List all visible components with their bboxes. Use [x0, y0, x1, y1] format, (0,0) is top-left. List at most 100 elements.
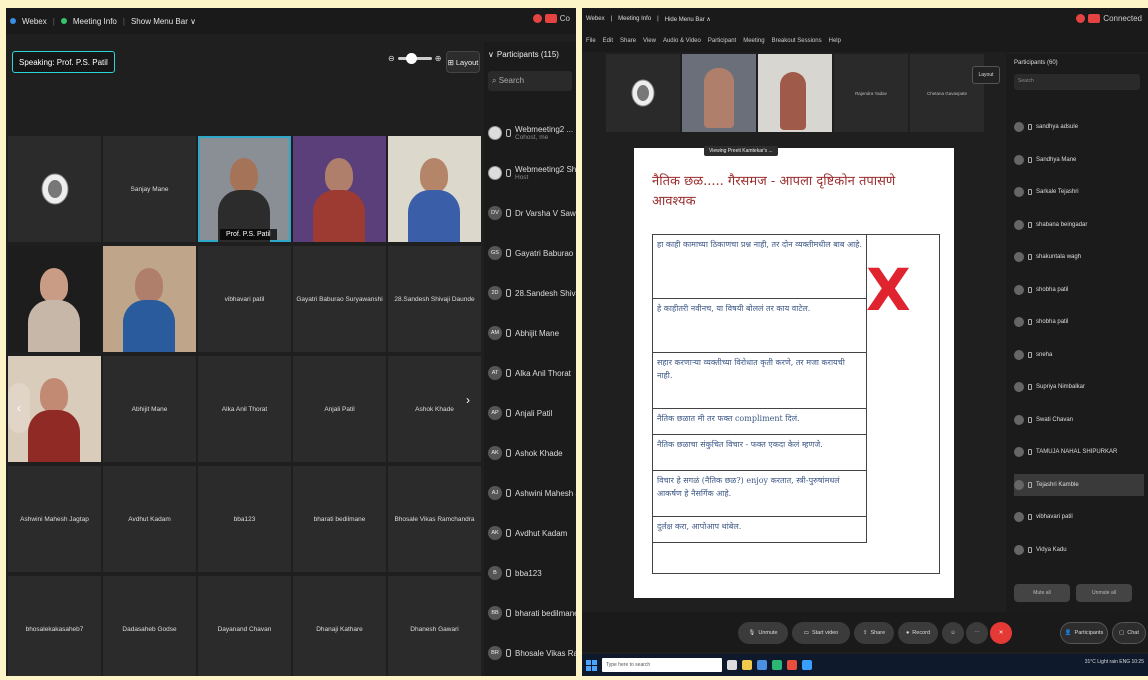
participant-tile[interactable]: Ashok Khade [388, 356, 481, 462]
webex-taskbar-icon[interactable] [802, 660, 812, 670]
participant-tile[interactable] [293, 136, 386, 242]
participant-tile[interactable]: Bhosale Vikas Ramchandra [388, 466, 481, 572]
participant-list-item[interactable]: 2D 28.Sandesh Shivaji [488, 278, 576, 308]
participant-list-item[interactable]: AJ Ashwini Mahesh Ja [488, 478, 576, 508]
participant-tile[interactable] [8, 136, 101, 242]
taskbar-search-input[interactable]: Type here to search [602, 658, 722, 672]
participant-list-item[interactable]: vibhavari patil [1014, 506, 1144, 528]
chat-button[interactable]: ▢ Chat [1112, 622, 1146, 644]
layout-button[interactable]: Layout [972, 66, 1000, 84]
menu-item[interactable]: Help [829, 38, 841, 44]
participant-list-item[interactable]: Swati Chavan [1014, 409, 1144, 431]
participant-list-item[interactable]: AP Anjali Patil [488, 398, 576, 428]
participant-list-item[interactable]: TAMUJA NAHAL SHIPURKAR [1014, 441, 1144, 463]
zoom-out-icon[interactable]: ⊖ [388, 54, 395, 63]
layout-button[interactable]: ⊞ Layout [446, 51, 480, 73]
participant-tile[interactable]: Anjali Patil [293, 356, 386, 462]
participant-tile[interactable]: bhosalekakasaheb7 [8, 576, 101, 676]
participant-list-item[interactable]: BB bharati bedilmane [488, 598, 576, 628]
file-explorer-icon[interactable] [742, 660, 752, 670]
next-page-button[interactable]: › [466, 393, 470, 407]
menu-item[interactable]: Share [620, 38, 636, 44]
participant-list-item[interactable]: shobha patil [1014, 279, 1144, 301]
menu-item[interactable]: Breakout Sessions [772, 38, 822, 44]
participant-tile[interactable]: Ashwini Mahesh Jagtap [8, 466, 101, 572]
previous-page-button[interactable]: ‹ [8, 383, 30, 433]
participant-list-item[interactable]: Sarkale Tejashri [1014, 181, 1144, 203]
task-view-icon[interactable] [727, 660, 737, 670]
participant-tile[interactable]: Avdhut Kadam [103, 466, 196, 572]
participant-list-item[interactable]: AM Abhijit Mane [488, 318, 576, 348]
participant-list-item[interactable]: sneha [1014, 344, 1144, 366]
menu-item[interactable]: File [586, 38, 596, 44]
participant-list-item[interactable]: AK Ashok Khade [488, 438, 576, 468]
record-icon [544, 14, 557, 23]
participant-name: bba123 [515, 569, 542, 578]
menu-item[interactable]: Audio & Video [663, 38, 701, 44]
participant-tile[interactable] [388, 136, 481, 242]
participant-list-item[interactable]: Webmeeting2 ... Cohost, me [488, 118, 576, 148]
participant-list-item[interactable]: AT Alka Anil Thorat [488, 358, 576, 388]
participant-list-item[interactable]: shobha patil [1014, 311, 1144, 333]
show-menu-bar-button[interactable]: Show Menu Bar ∨ [131, 17, 196, 26]
unmute-button[interactable]: 🎙 Unmute [738, 622, 788, 644]
participant-search-input[interactable]: ⌕ Search [488, 71, 572, 91]
leave-meeting-button[interactable]: ✕ [990, 622, 1012, 644]
participant-tile[interactable]: 28.Sandesh Shivaji Daunde [388, 246, 481, 352]
chevron-down-icon[interactable]: ∨ [488, 50, 494, 59]
participant-tile[interactable]: Dadasaheb Godse [103, 576, 196, 676]
participant-list-item[interactable]: Vidya Kadu [1014, 539, 1144, 561]
participant-list-item[interactable]: Sandhya Mane [1014, 149, 1144, 171]
participant-tile[interactable]: Gayatri Baburao Suryawanshi [293, 246, 386, 352]
store-icon[interactable] [757, 660, 767, 670]
unmute-all-button[interactable]: Unmute all [1076, 584, 1132, 602]
participant-search-input[interactable]: Search [1014, 74, 1140, 90]
participant-tile[interactable]: Abhijit Mane [103, 356, 196, 462]
app-icon[interactable] [787, 660, 797, 670]
participant-tile[interactable]: Dhanaji Kathare [293, 576, 386, 676]
participant-list-item[interactable]: Bbba123 [488, 558, 576, 588]
participant-list-item[interactable]: sandhya adsule [1014, 116, 1144, 138]
participant-list-item[interactable]: DV Dr Varsha V Sawant [488, 198, 576, 228]
hide-menu-bar-button[interactable]: Hide Menu Bar ∧ [665, 16, 711, 23]
reactions-button[interactable]: ☺ [942, 622, 964, 644]
meeting-info-link[interactable]: Meeting Info [618, 16, 651, 22]
participants-toggle-button[interactable]: 👤 Participants [1060, 622, 1108, 644]
menu-item[interactable]: Edit [603, 38, 613, 44]
participant-list-item[interactable]: Supriya Nimbalkar [1014, 376, 1144, 398]
meeting-info-link[interactable]: Meeting Info [73, 17, 117, 26]
record-button[interactable]: ● Record [898, 622, 938, 644]
participant-tile[interactable]: bba123 [198, 466, 291, 572]
zoom-knob[interactable] [405, 53, 417, 64]
mute-all-button[interactable]: Mute all [1014, 584, 1070, 602]
start-video-button[interactable]: ▭ Start video [792, 622, 850, 644]
menu-item[interactable]: Participant [708, 38, 736, 44]
participant-list-item[interactable]: GS Gayatri Baburao Su [488, 238, 576, 268]
participant-tile[interactable]: Alka Anil Thorat [198, 356, 291, 462]
participant-tile[interactable]: Sanjay Mane [103, 136, 196, 242]
participant-tile[interactable]: Dhanesh Gawari [388, 576, 481, 676]
participant-list-item[interactable]: AK Avdhut Kadam [488, 518, 576, 548]
participant-list-item[interactable]: Tejashri Kamble [1014, 473, 1144, 496]
participants-header: ∨ Participants (115) [484, 42, 576, 67]
menu-item[interactable]: View [643, 38, 656, 44]
participant-list-item[interactable]: BR Bhosale Vikas Ram [488, 638, 576, 668]
zoom-track[interactable] [397, 53, 432, 64]
share-button[interactable]: ⇪ Share [854, 622, 894, 644]
windows-start-icon[interactable] [586, 659, 597, 671]
participant-tile[interactable]: Dayanand Chavan [198, 576, 291, 676]
participant-tile[interactable]: bharati bedilmane [293, 466, 386, 572]
participant-list-item[interactable]: shabana beingadar [1014, 214, 1144, 236]
participant-tile[interactable] [103, 246, 196, 352]
participant-list-item[interactable]: Webmeeting2 ShivaHost [488, 158, 576, 188]
participant-list-item[interactable]: shakuntala wagh [1014, 246, 1144, 268]
zoom-in-icon[interactable]: ⊕ [435, 54, 442, 63]
participant-name: vibhavari patil [1036, 514, 1073, 520]
more-options-button[interactable]: ⋯ [966, 622, 988, 644]
participant-tile[interactable]: vibhavari patil [198, 246, 291, 352]
menu-item[interactable]: Meeting [743, 38, 764, 44]
chrome-icon[interactable] [772, 660, 782, 670]
participant-tile[interactable]: Prof. P.S. Patil [198, 136, 291, 242]
participant-tile[interactable] [8, 246, 101, 352]
video-zoom-slider[interactable]: ⊖ ⊕ [388, 53, 442, 64]
